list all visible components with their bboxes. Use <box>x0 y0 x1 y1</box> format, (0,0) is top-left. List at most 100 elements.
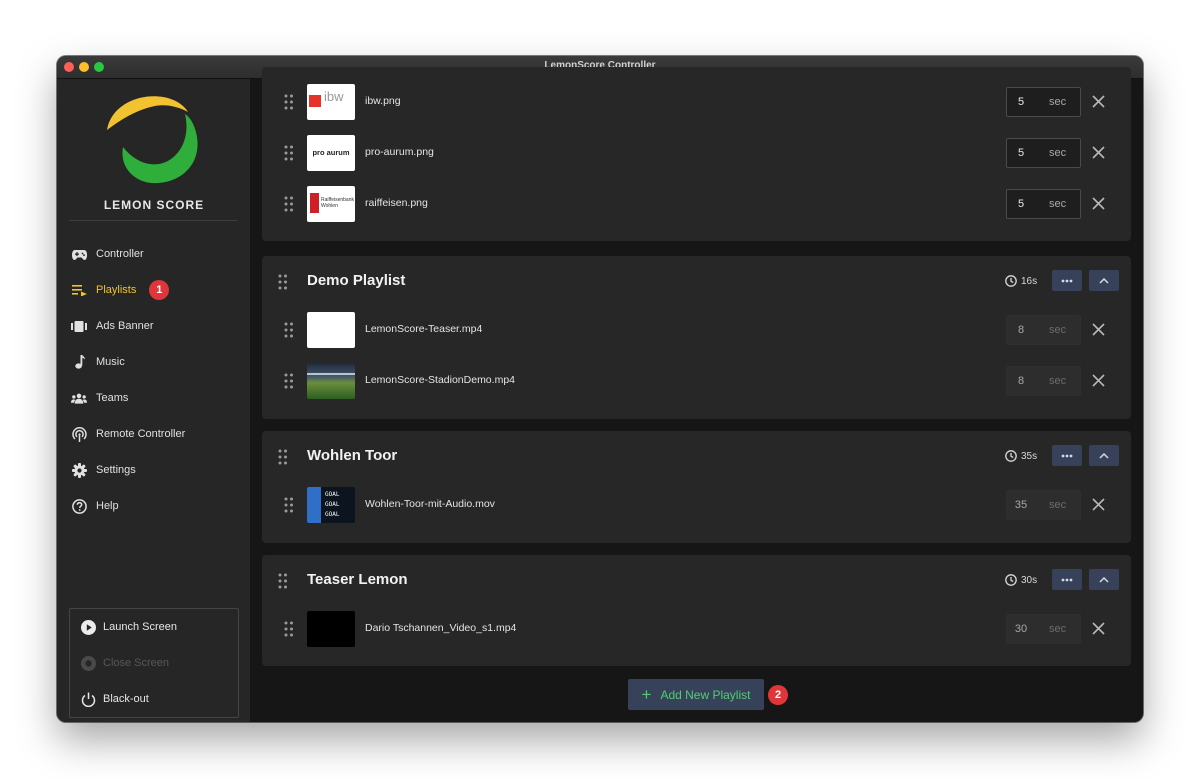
duration-input[interactable]: 8 sec <box>1006 366 1081 396</box>
playlist-header: Wohlen Toor 35s <box>262 431 1131 483</box>
playlist-card: Demo Playlist 16s LemonScore-Teaser.mp4 … <box>262 256 1131 419</box>
playlist-header: Teaser Lemon 30s <box>262 555 1131 607</box>
media-thumbnail: Raiffeisenbank Wohlen <box>307 186 355 222</box>
gear-icon <box>71 462 87 478</box>
chevron-up-icon <box>1099 576 1109 583</box>
media-thumbnail <box>307 363 355 399</box>
collapse-playlist-button[interactable] <box>1089 270 1119 291</box>
raiffeisen-logo-mark <box>310 193 319 213</box>
playlist-title: Teaser Lemon <box>307 571 408 588</box>
sidebar: LEMON SCORE Controller Playlists 1 Ads B… <box>57 79 250 722</box>
sidebar-item-teams[interactable]: Teams <box>71 387 128 409</box>
sidebar-item-label: Settings <box>96 464 136 476</box>
goal-text-stack: GOAL GOAL GOAL <box>325 490 339 520</box>
sidebar-item-playlists[interactable]: Playlists 1 <box>71 279 170 301</box>
duration-unit: sec <box>1049 324 1067 336</box>
duration-value: 5 <box>1017 198 1025 210</box>
stadium-roof-line <box>307 373 355 375</box>
media-thumbnail: ibw <box>307 84 355 120</box>
playlist-card: Teaser Lemon 30s Dario Tschannen_Video_s… <box>262 555 1131 666</box>
screen-controls-panel: Launch Screen Close Screen Black-out <box>69 608 239 718</box>
drag-handle-icon[interactable] <box>284 145 294 161</box>
stop-circle-icon <box>80 655 96 671</box>
drag-handle-icon[interactable] <box>284 621 294 637</box>
sidebar-item-ads-banner[interactable]: Ads Banner <box>71 315 153 337</box>
remove-item-icon[interactable] <box>1092 622 1105 635</box>
duration-value: 5 <box>1017 96 1025 108</box>
duration-input[interactable]: 5 sec <box>1006 138 1081 168</box>
playlist-icon <box>71 282 87 298</box>
duration-unit: sec <box>1049 198 1067 210</box>
media-thumbnail <box>307 611 355 647</box>
total-time-value: 30s <box>1021 574 1038 586</box>
media-filename: Dario Tschannen_Video_s1.mp4 <box>365 622 517 634</box>
drag-handle-icon[interactable] <box>284 373 294 389</box>
clock-icon <box>1005 574 1017 586</box>
lemon-logo-icon <box>107 96 198 184</box>
drag-handle-icon[interactable] <box>278 573 288 589</box>
playlist-total-time: 30s <box>1005 574 1037 586</box>
sidebar-item-settings[interactable]: Settings <box>71 459 136 481</box>
sidebar-item-label: Help <box>96 500 119 512</box>
duration-input[interactable]: 5 sec <box>1006 189 1081 219</box>
power-icon <box>80 691 96 707</box>
add-new-playlist-button[interactable]: + Add New Playlist <box>628 679 764 710</box>
duration-unit: sec <box>1049 375 1067 387</box>
remove-item-icon[interactable] <box>1092 197 1105 210</box>
play-circle-icon <box>80 619 96 635</box>
duration-input[interactable]: 35 sec <box>1006 490 1081 520</box>
sidebar-item-controller[interactable]: Controller <box>71 243 144 265</box>
clock-icon <box>1005 275 1017 287</box>
remove-item-icon[interactable] <box>1092 146 1105 159</box>
duration-value: 5 <box>1017 147 1025 159</box>
drag-handle-icon[interactable] <box>284 196 294 212</box>
playlists-content: ibw ibw.png 5 sec pro aurum pro-aurum.pn… <box>250 67 1143 722</box>
thumbnail-logo-text: pro aurum <box>312 148 350 157</box>
more-dots-icon <box>1061 578 1073 581</box>
close-screen-label: Close Screen <box>103 657 170 669</box>
close-screen-button[interactable]: Close Screen <box>80 653 169 673</box>
media-filename: raiffeisen.png <box>365 197 428 209</box>
playlist-options-button[interactable] <box>1052 445 1082 466</box>
sidebar-item-label: Remote Controller <box>96 428 186 440</box>
media-thumbnail: GOAL GOAL GOAL <box>307 487 355 523</box>
duration-value: 8 <box>1017 324 1025 336</box>
duration-unit: sec <box>1049 499 1067 511</box>
remove-item-icon[interactable] <box>1092 374 1105 387</box>
media-filename: LemonScore-Teaser.mp4 <box>365 323 483 335</box>
remove-item-icon[interactable] <box>1092 95 1105 108</box>
playlist-total-time: 16s <box>1005 275 1037 287</box>
drag-handle-icon[interactable] <box>284 322 294 338</box>
playlist-title: Demo Playlist <box>307 272 406 289</box>
sidebar-item-label: Ads Banner <box>96 320 154 332</box>
playlist-header: Demo Playlist 16s <box>262 256 1131 308</box>
playlist-options-button[interactable] <box>1052 270 1082 291</box>
drag-handle-icon[interactable] <box>278 449 288 465</box>
step-badge-2: 2 <box>768 685 788 705</box>
clock-icon <box>1005 450 1017 462</box>
collapse-playlist-button[interactable] <box>1089 569 1119 590</box>
playlist-item-row: Raiffeisenbank Wohlen raiffeisen.png 5 s… <box>262 184 1131 224</box>
duration-input[interactable]: 5 sec <box>1006 87 1081 117</box>
launch-screen-button[interactable]: Launch Screen <box>80 617 177 637</box>
remove-item-icon[interactable] <box>1092 323 1105 336</box>
drag-handle-icon[interactable] <box>284 497 294 513</box>
sidebar-item-remote-controller[interactable]: Remote Controller <box>71 423 185 445</box>
step-badge-1: 1 <box>149 280 170 300</box>
sidebar-item-music[interactable]: Music <box>71 351 125 373</box>
playlist-title: Wohlen Toor <box>307 447 398 464</box>
playlist-options-button[interactable] <box>1052 569 1082 590</box>
teams-icon <box>71 390 87 406</box>
duration-input[interactable]: 8 sec <box>1006 315 1081 345</box>
drag-handle-icon[interactable] <box>284 94 294 110</box>
collapse-playlist-button[interactable] <box>1089 445 1119 466</box>
drag-handle-icon[interactable] <box>278 274 288 290</box>
duration-unit: sec <box>1049 623 1067 635</box>
remove-item-icon[interactable] <box>1092 498 1105 511</box>
playlist-item-row: Dario Tschannen_Video_s1.mp4 30 sec <box>262 609 1131 649</box>
duration-input[interactable]: 30 sec <box>1006 614 1081 644</box>
sidebar-item-help[interactable]: Help <box>71 495 119 517</box>
sidebar-divider <box>69 220 237 221</box>
media-filename: LemonScore-StadionDemo.mp4 <box>365 374 515 386</box>
blackout-button[interactable]: Black-out <box>80 689 149 709</box>
